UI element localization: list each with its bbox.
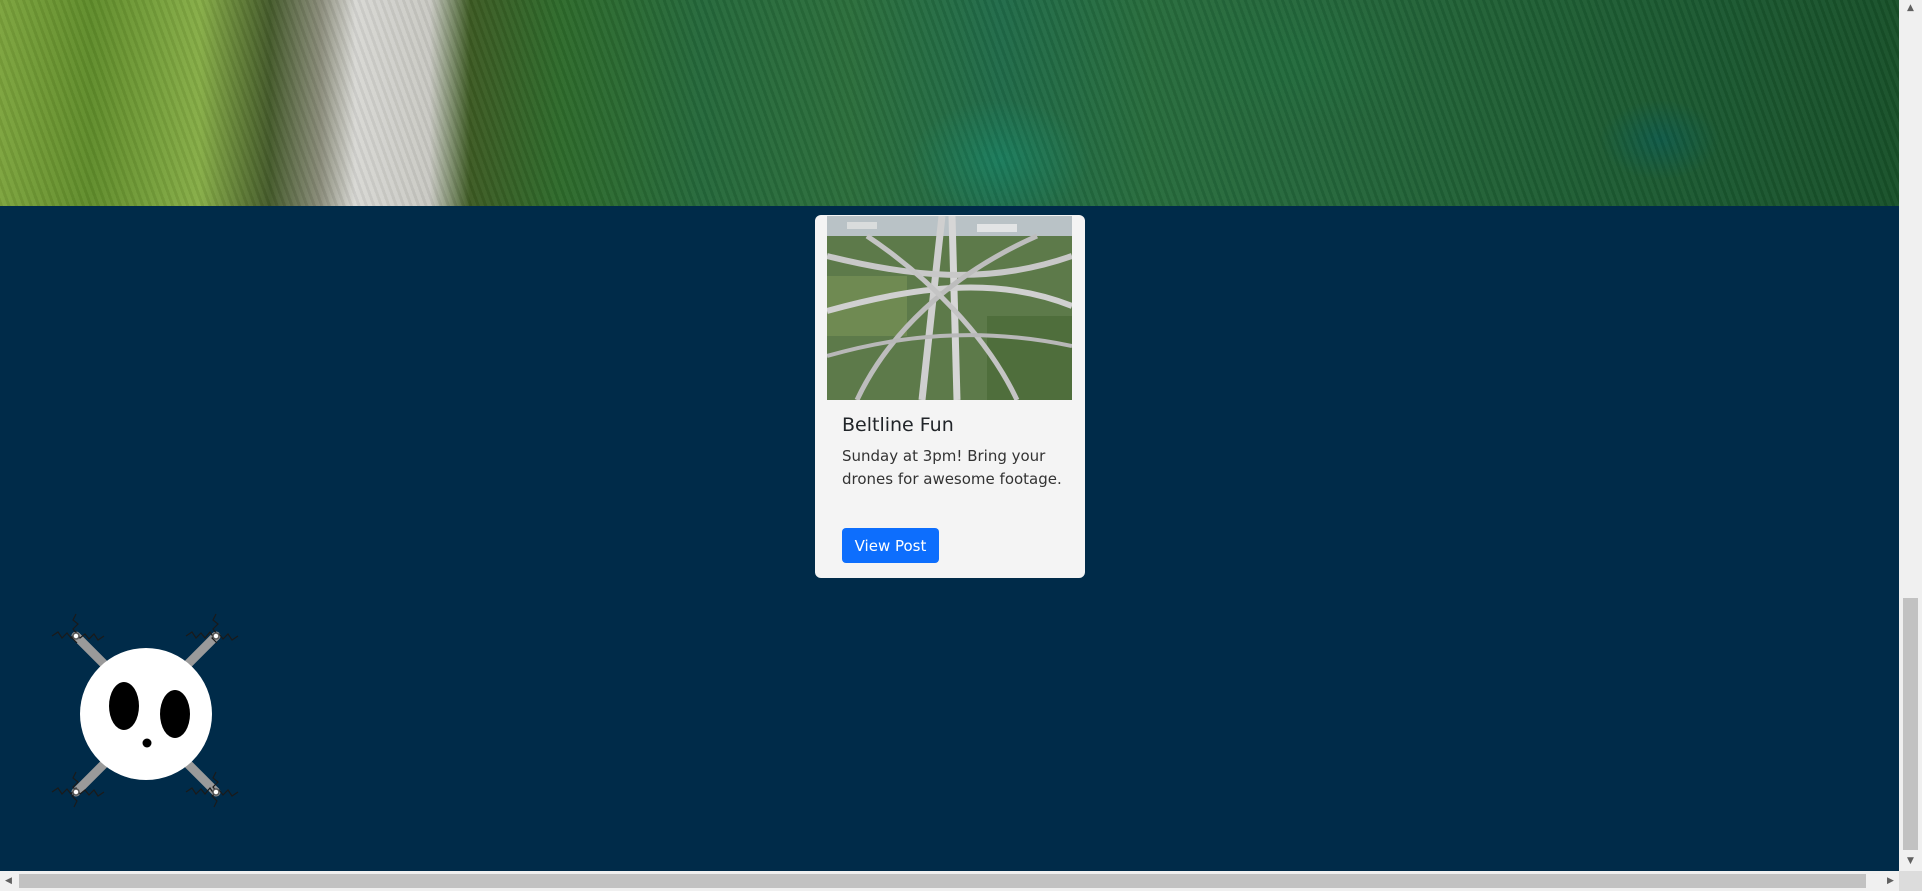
post-card: Beltline Fun Sunday at 3pm! Bring your d… [815,215,1085,578]
scroll-up-arrow-icon[interactable]: ▲ [1899,0,1922,17]
hero-texture [0,0,1899,206]
hero-banner-image [0,0,1899,206]
drone-mascot-icon [51,613,239,808]
scroll-left-arrow-icon[interactable]: ◀ [0,871,17,891]
post-card-image [827,216,1072,400]
vertical-scrollbar[interactable]: ▲ ▼ [1899,0,1922,871]
post-card-title: Beltline Fun [842,414,954,436]
view-post-button[interactable]: View Post [842,528,939,563]
scroll-down-arrow-icon[interactable]: ▼ [1899,853,1922,870]
highway-interchange-image [827,216,1072,400]
vertical-scroll-thumb[interactable] [1903,598,1918,850]
post-card-text: Sunday at 3pm! Bring your drones for awe… [842,447,1062,488]
drone-mascot-logo [44,606,248,818]
horizontal-scrollbar[interactable]: ◀ ▶ [0,871,1899,891]
horizontal-scroll-thumb[interactable] [19,874,1866,888]
scrollbar-corner [1899,871,1922,891]
scroll-right-arrow-icon[interactable]: ▶ [1882,871,1899,891]
